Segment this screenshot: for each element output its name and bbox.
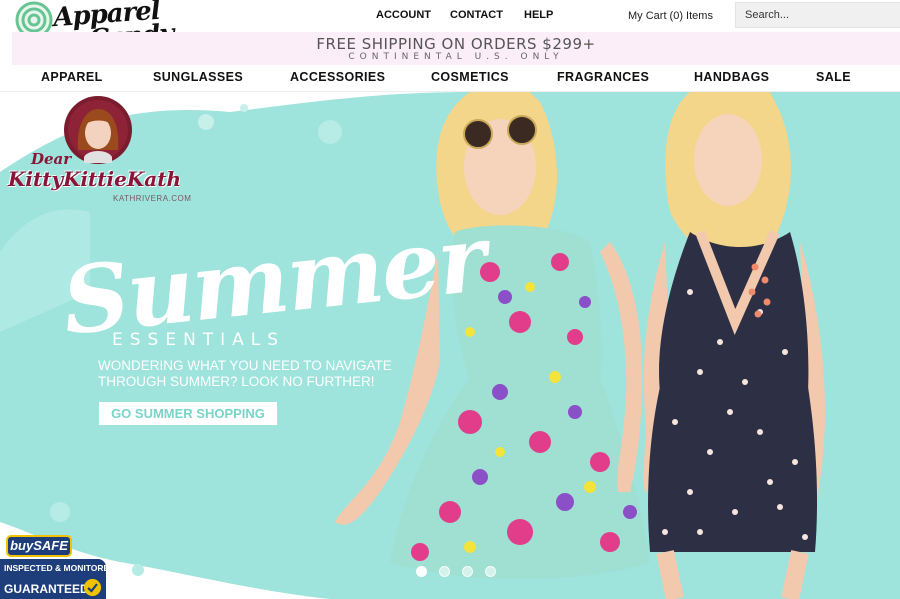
shipping-banner-title: FREE SHIPPING ON ORDERS $299+ [316,35,596,53]
watermark-name: KittyKittieKath [8,167,181,191]
category-fragrances[interactable]: FRAGRANCES [557,70,649,84]
watermark-dear: Dear [31,150,72,168]
top-nav-contact[interactable]: CONTACT [450,9,503,21]
go-summer-shopping-button[interactable]: GO SUMMER SHOPPING [99,402,277,425]
category-handbags[interactable]: HANDBAGS [694,70,769,84]
check-icon [84,579,101,596]
hero-tagline: WONDERING WHAT YOU NEED TO NAVIGATE THRO… [98,358,408,390]
hero-subtitle: ESSENTIALS [112,330,286,350]
category-apparel[interactable]: APPAREL [41,70,103,84]
page: Apparel Candy ACCOUNT CONTACT HELP My Ca… [0,0,900,599]
search-input[interactable] [735,2,900,28]
category-sale[interactable]: SALE [816,70,851,84]
buysafe-inspected: INSPECTED & MONITORED [4,563,116,573]
buysafe-guaranteed: GUARANTEED [4,582,89,596]
buysafe-body: INSPECTED & MONITORED GUARANTEED [0,559,115,599]
top-nav-account[interactable]: ACCOUNT [376,9,431,21]
top-nav-help[interactable]: HELP [524,9,553,21]
buysafe-logo: buySAFE [6,535,72,557]
shipping-banner-subtitle: CONTINENTAL U.S. ONLY [348,52,564,62]
shipping-banner[interactable]: FREE SHIPPING ON ORDERS $299+ CONTINENTA… [12,32,900,65]
watermark-url: KATHRIVERA.COM [113,194,192,203]
category-accessories[interactable]: ACCESSORIES [290,70,385,84]
category-sunglasses[interactable]: SUNGLASSES [153,70,243,84]
category-nav: APPAREL SUNGLASSES ACCESSORIES COSMETICS… [0,66,900,92]
blog-watermark: Dear KittyKittieKath KATHRIVERA.COM [0,95,200,215]
hero-tagline-line-2: THROUGH SUMMER? LOOK NO FURTHER! [98,374,375,389]
category-cosmetics[interactable]: COSMETICS [431,70,509,84]
buysafe-badge[interactable]: INSPECTED & MONITORED GUARANTEED buySAFE [0,525,115,599]
carousel-dot-3[interactable] [462,566,473,577]
carousel-dot-1[interactable] [416,566,427,577]
hero-tagline-line-1: WONDERING WHAT YOU NEED TO NAVIGATE [98,358,392,373]
carousel-dot-2[interactable] [439,566,450,577]
cart-link[interactable]: My Cart (0) Items [628,10,713,22]
carousel-dot-4[interactable] [485,566,496,577]
